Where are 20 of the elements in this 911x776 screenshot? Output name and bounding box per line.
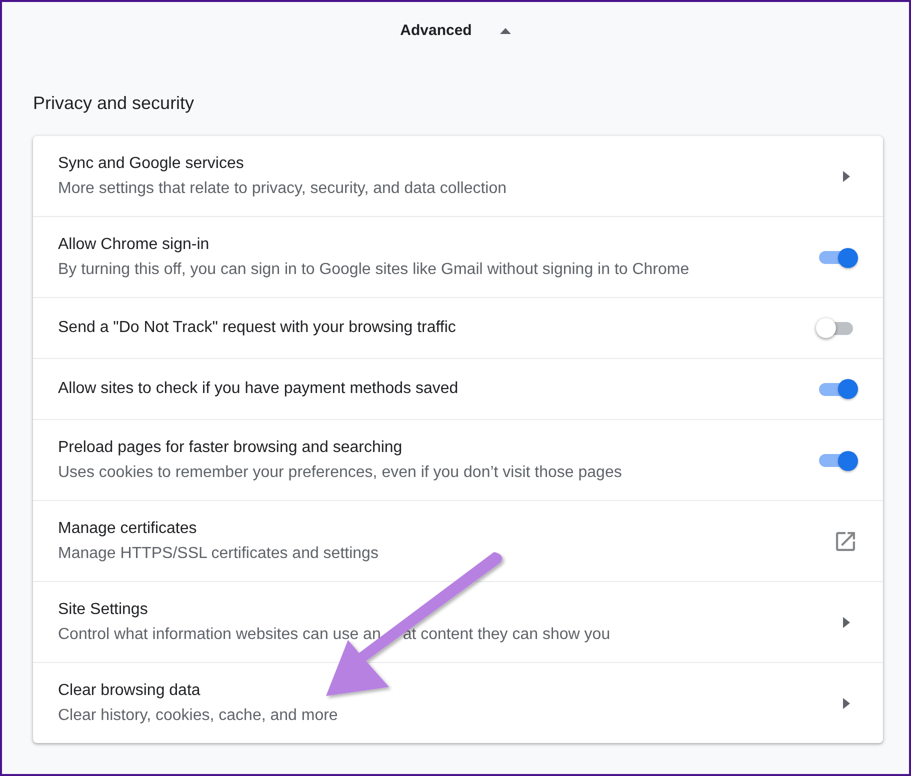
setting-title: Sync and Google services: [58, 154, 244, 174]
setting-description: By turning this off, you can sign in to Google sites like Gmail without signing in to Chrome: [58, 260, 690, 280]
setting-description: Manage HTTPS/SSL certificates and settings: [58, 544, 378, 564]
section-title: Privacy and security: [33, 92, 194, 115]
setting-title: Allow Chrome sign-in: [58, 235, 210, 255]
external-link-icon[interactable]: [836, 532, 855, 551]
setting-description: Uses cookies to remember your preferences, even if you don’t visit those pages: [58, 463, 622, 483]
caret-right-icon[interactable]: [843, 617, 850, 628]
setting-description: Control what information websites can use an: [58, 625, 381, 645]
setting-title: Preload pages for faster browsing and searching: [58, 438, 402, 458]
advanced-button[interactable]: Advanced: [400, 19, 511, 43]
setting-title: Allow sites to check if you have payment methods saved: [58, 379, 458, 399]
setting-title: Send a "Do Not Track" request with your browsing traffic: [58, 318, 456, 338]
caret-right-icon[interactable]: [843, 698, 850, 709]
setting-description: More settings that relate to privacy, security, and data collection: [58, 179, 507, 199]
setting-title: Clear browsing data: [58, 681, 200, 701]
setting-title: Manage certificates: [58, 519, 197, 539]
setting-title: Site Settings: [58, 600, 148, 620]
caret-right-icon[interactable]: [843, 171, 850, 182]
setting-description: Clear history, cookies, cache, and more: [58, 706, 338, 726]
